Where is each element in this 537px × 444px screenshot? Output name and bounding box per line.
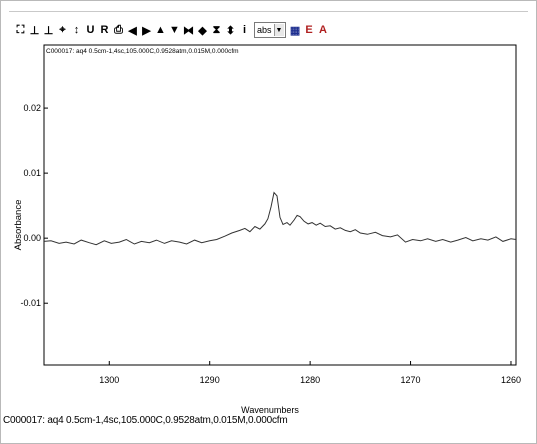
x-tick-label: 1300 (99, 375, 119, 385)
x-tick-label: 1280 (300, 375, 320, 385)
x-tick-label: 1260 (501, 375, 521, 385)
y-tick-label: -0.01 (20, 298, 41, 308)
x-axis-label: Wavenumbers (241, 405, 299, 415)
y-axis-label: Absorbance (13, 200, 24, 251)
y-tick-label: 0.02 (23, 103, 41, 113)
x-tick-label: 1270 (401, 375, 421, 385)
y-tick-label: 0.01 (23, 168, 41, 178)
chart-title: C000017: aq4 0.5cm-1,4sc,105.000C,0.9528… (46, 48, 239, 55)
plot-frame (43, 44, 517, 366)
x-tick-label: 1290 (200, 375, 220, 385)
chart: C000017: aq4 0.5cm-1,4sc,105.000C,0.9528… (13, 44, 521, 415)
y-tick-label: 0.00 (23, 233, 41, 243)
status-bar-text: C000017: aq4 0.5cm-1,4sc,105.000C,0.9528… (3, 415, 288, 426)
